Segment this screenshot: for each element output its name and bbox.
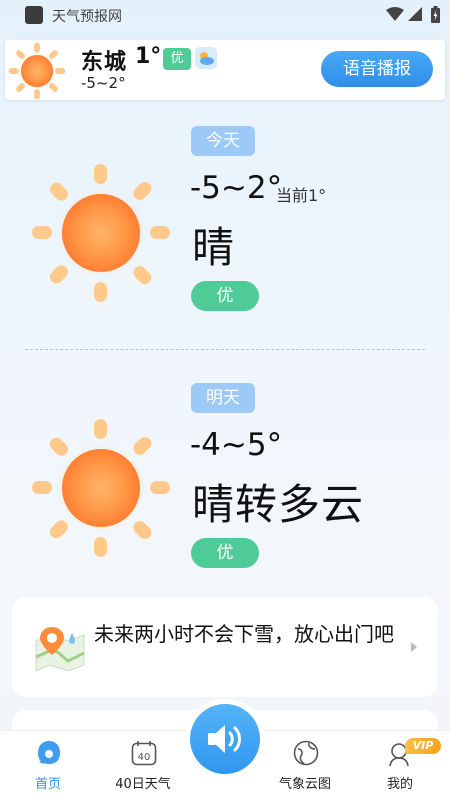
tomorrow-condition: 晴转多云 — [192, 480, 365, 529]
map-pin-icon — [35, 627, 85, 671]
sun-icon — [8, 42, 66, 100]
speaker-icon — [208, 725, 241, 753]
advisory-text: 未来两小时不会下雪，放心出门吧 — [94, 622, 394, 646]
nav-label-home: 首页 — [34, 777, 61, 792]
signal-icon — [408, 7, 422, 21]
today-temp-range: -5~2° — [190, 170, 283, 206]
sun-icon — [32, 419, 170, 557]
today-condition: 晴 — [192, 223, 236, 272]
day-tag-today: 今天 — [191, 126, 255, 156]
tomorrow-temp-range: -4~5° — [190, 427, 283, 463]
calendar-40-icon: 40 — [131, 741, 157, 766]
today-current-temp: 当前1° — [276, 186, 327, 205]
wifi-icon — [386, 7, 404, 21]
home-icon — [38, 741, 60, 764]
nav-item-profile[interactable]: VIP 我的 — [355, 731, 445, 800]
chevron-right-icon — [411, 642, 417, 652]
status-app-name: 天气预报网 — [52, 9, 122, 25]
nav-item-cloud-map[interactable]: 气象云图 — [260, 731, 350, 800]
nav-label-cloud-map: 气象云图 — [278, 777, 331, 792]
aqi-badge: 优 — [163, 48, 191, 70]
nav-label-profile: 我的 — [386, 777, 413, 792]
globe-icon — [293, 740, 319, 766]
divider — [25, 349, 425, 350]
nav-label-40day: 40日天气 — [115, 777, 171, 792]
day-tag-tomorrow: 明天 — [191, 383, 255, 413]
today-aqi-badge: 优 — [191, 281, 259, 311]
status-bar: 天气预报网 — [0, 0, 450, 30]
tomorrow-forecast: 明天 -4~5° 晴转多云 优 — [0, 375, 450, 575]
location-header[interactable]: 东城 1° 优 -5~2° 语音播报 — [5, 40, 445, 100]
current-temperature: 1° — [135, 44, 162, 69]
city-name: 东城 — [81, 50, 128, 75]
sun-icon — [32, 164, 170, 302]
voice-play-button[interactable] — [190, 704, 260, 774]
today-forecast: 今天 -5~2° 当前1° 晴 优 — [0, 118, 450, 318]
vip-badge: VIP — [405, 738, 441, 754]
header-temp-range: -5~2° — [81, 74, 126, 92]
battery-icon — [431, 6, 440, 23]
nav-item-home[interactable]: 首页 — [3, 731, 93, 800]
voice-broadcast-button[interactable]: 语音播报 — [321, 51, 433, 87]
app-icon — [25, 6, 43, 24]
nav-item-40day[interactable]: 40 40日天气 — [98, 731, 188, 800]
svg-text:40: 40 — [138, 752, 151, 763]
partly-cloudy-icon — [195, 47, 217, 69]
tomorrow-aqi-badge: 优 — [191, 538, 259, 568]
precipitation-advisory-card[interactable]: 未来两小时不会下雪，放心出门吧 — [12, 597, 438, 697]
